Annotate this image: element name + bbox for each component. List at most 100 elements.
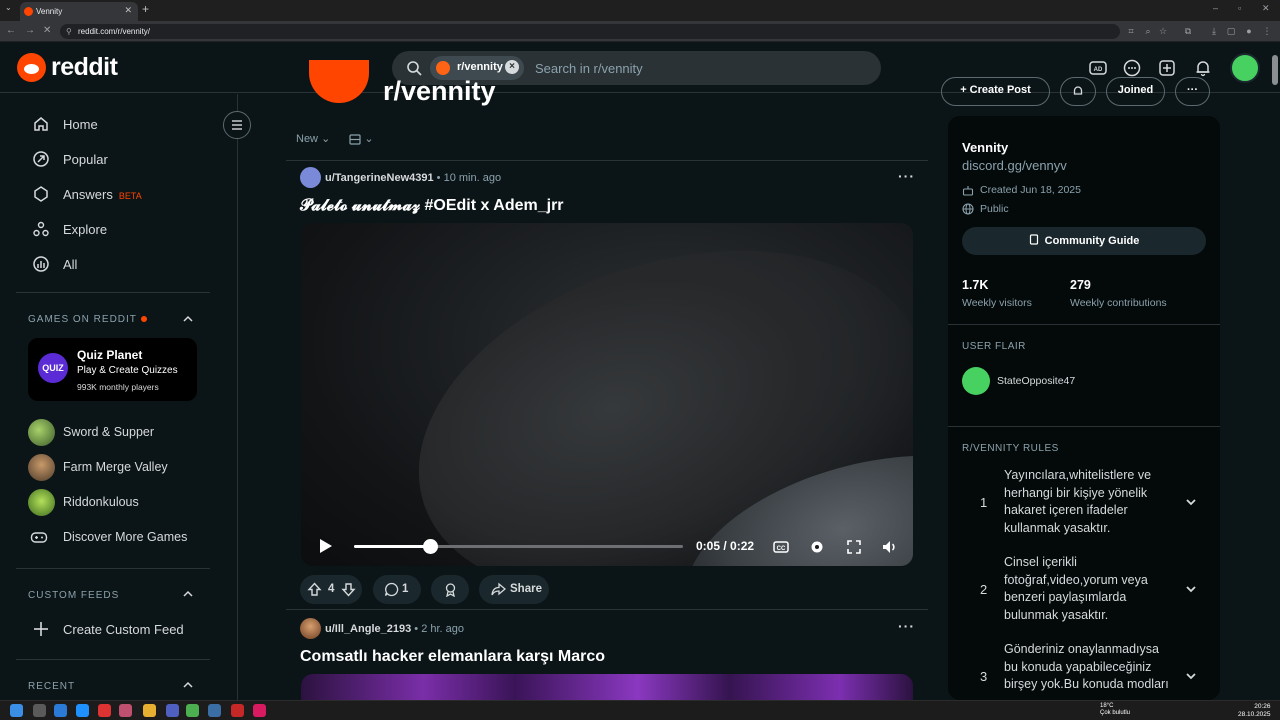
close-tab-icon[interactable]: ✕ (124, 5, 132, 16)
game-farm-merge-valley[interactable]: Farm Merge Valley (28, 454, 218, 482)
post-author-avatar[interactable] (300, 618, 321, 639)
close-window-icon[interactable]: ✕ (1262, 3, 1270, 14)
post-author-avatar[interactable] (300, 167, 321, 188)
edge-icon[interactable] (76, 704, 89, 717)
notifications-icon[interactable] (1193, 58, 1213, 78)
share-button[interactable]: Share (479, 575, 549, 604)
advertise-icon[interactable]: AD (1088, 58, 1108, 78)
video-scrubber-handle[interactable] (422, 539, 438, 554)
minimize-icon[interactable]: – (1213, 3, 1218, 13)
video-progress-bar[interactable] (354, 539, 683, 554)
video-player[interactable]: 0:05 / 0:22 CC (301, 223, 913, 566)
stop-icon[interactable]: ✕ (43, 25, 51, 36)
community-guide-button[interactable]: Community Guide (962, 227, 1206, 255)
nav-home[interactable]: Home (32, 109, 222, 139)
page-scrollbar[interactable] (1272, 55, 1278, 85)
discover-more-games[interactable]: Discover More Games (28, 524, 218, 552)
collapse-games-icon[interactable] (182, 313, 194, 325)
award-button[interactable] (431, 575, 469, 604)
notification-bell-button[interactable] (1060, 77, 1096, 106)
browser-tab[interactable]: Vennity ✕ (20, 2, 138, 21)
remove-chip-icon[interactable]: × (505, 60, 519, 74)
search-input[interactable]: Search in r/vennity (535, 61, 643, 76)
post-title[interactable]: Comsatlı hacker elemanlara karşı Marco (300, 648, 605, 666)
post-options-icon[interactable]: ··· (898, 168, 915, 184)
rule-item[interactable]: 1 Yayıncılara,whitelistlere ve herhangi … (962, 467, 1206, 539)
system-clock[interactable]: 20:26 28.10.2025 (1238, 703, 1271, 719)
post-author[interactable]: u/TangerineNew4391 (325, 172, 434, 184)
start-icon[interactable] (10, 704, 23, 717)
opera-icon[interactable] (98, 704, 111, 717)
create-post-button[interactable]: + Create Post (941, 77, 1050, 106)
app2-icon[interactable] (231, 704, 244, 717)
reddit-wordmark[interactable]: reddit (51, 53, 118, 82)
upvote-icon[interactable] (307, 582, 322, 597)
maximize-icon[interactable]: ▫ (1238, 3, 1241, 13)
create-custom-feed[interactable]: Create Custom Feed (32, 614, 222, 644)
settings-gear-icon[interactable] (808, 538, 826, 556)
community-link[interactable]: discord.gg/vennyv (962, 158, 1067, 173)
captions-icon[interactable]: CC (772, 538, 790, 556)
app-icon[interactable] (119, 704, 132, 717)
volume-icon[interactable] (880, 538, 898, 556)
taskview-icon[interactable] (33, 704, 46, 717)
rule-item[interactable]: 3 Gönderiniz onaylanmadıysa bu konuda ya… (962, 641, 1206, 700)
featured-game-card[interactable]: QUIZ Quiz Planet Play & Create Quizzes 9… (28, 338, 197, 401)
browser-menu-icon[interactable]: ⋮ (1262, 26, 1272, 36)
game-sword-supper[interactable]: Sword & Supper (28, 419, 218, 447)
zoom-icon[interactable]: ⌕ (1143, 26, 1153, 36)
address-bar[interactable]: ⚲ reddit.com/r/vennity/ (60, 24, 1120, 39)
post-options-icon[interactable]: ··· (898, 618, 915, 634)
sidepanel-icon[interactable]: ▢ (1226, 26, 1236, 36)
collapse-custom-feeds-icon[interactable] (182, 588, 194, 600)
new-tab-icon[interactable]: + (142, 2, 149, 16)
games-section-title[interactable]: GAMES ON REDDIT (28, 314, 147, 325)
more-options-button[interactable]: ··· (1175, 77, 1210, 106)
extensions-icon[interactable]: ⧉ (1183, 26, 1193, 36)
forward-icon[interactable]: → (25, 25, 35, 36)
back-icon[interactable]: ← (6, 25, 16, 36)
reddit-logo-icon[interactable] (17, 53, 46, 82)
post-title[interactable]: 𝓟𝓪𝓵𝓮𝓽𝓸 𝓾𝓷𝓾𝓽𝓶𝓪𝔃 #OEdit x Adem_jrr (300, 197, 564, 215)
site-info-icon[interactable]: ⚲ (66, 27, 72, 36)
discord-icon[interactable] (166, 704, 179, 717)
plus-icon (34, 622, 48, 636)
recent-section-title[interactable]: RECENT (28, 681, 75, 692)
post-author[interactable]: u/Ill_Angle_2193 (325, 623, 411, 635)
chrome-icon[interactable] (186, 704, 199, 717)
view-toggle[interactable]: ⌄ (349, 133, 374, 145)
create-post-icon[interactable] (1157, 58, 1177, 78)
file-explorer-icon[interactable] (143, 704, 156, 717)
nav-explore[interactable]: Explore (32, 214, 222, 244)
flair-username[interactable]: StateOpposite47 (997, 375, 1075, 387)
chat-icon[interactable] (1122, 58, 1142, 78)
fullscreen-icon[interactable] (845, 538, 863, 556)
chevron-down-icon[interactable] (1184, 669, 1198, 683)
chevron-down-icon[interactable] (1184, 582, 1198, 596)
nav-popular[interactable]: Popular (32, 144, 222, 174)
comments-button[interactable]: 1 (373, 575, 421, 604)
downvote-icon[interactable] (341, 582, 356, 597)
rule-item[interactable]: 2 Cinsel içerikli fotoğraf,video,yorum v… (962, 554, 1206, 626)
rule-text: Cinsel içerikli fotoğraf,video,yorum vey… (1004, 555, 1148, 622)
sort-dropdown[interactable]: New ⌄ (296, 133, 330, 145)
translate-icon[interactable]: ⌗ (1126, 26, 1136, 36)
game-riddonkulous[interactable]: Riddonkulous (28, 489, 218, 517)
widgets-icon[interactable] (54, 704, 67, 717)
user-avatar[interactable] (1230, 53, 1260, 83)
app3-icon[interactable] (253, 704, 266, 717)
play-icon[interactable] (315, 536, 335, 556)
downloads-icon[interactable]: ⤓ (1209, 26, 1219, 36)
collapse-recent-icon[interactable] (182, 679, 194, 691)
steam-icon[interactable] (208, 704, 221, 717)
custom-feeds-section-title[interactable]: CUSTOM FEEDS (28, 590, 119, 601)
weather-widget[interactable]: 18°C Çok bulutlu (1100, 703, 1130, 717)
profile-icon[interactable]: ● (1244, 26, 1254, 36)
nav-all[interactable]: All (32, 249, 222, 279)
bookmark-star-icon[interactable]: ☆ (1158, 26, 1168, 36)
chevron-down-icon[interactable] (1184, 495, 1198, 509)
joined-button[interactable]: Joined (1106, 77, 1165, 106)
collapse-sidebar-button[interactable] (223, 111, 251, 139)
tab-search-icon[interactable]: ⌄ (5, 3, 12, 12)
nav-answers[interactable]: Answers BETA (32, 179, 222, 209)
